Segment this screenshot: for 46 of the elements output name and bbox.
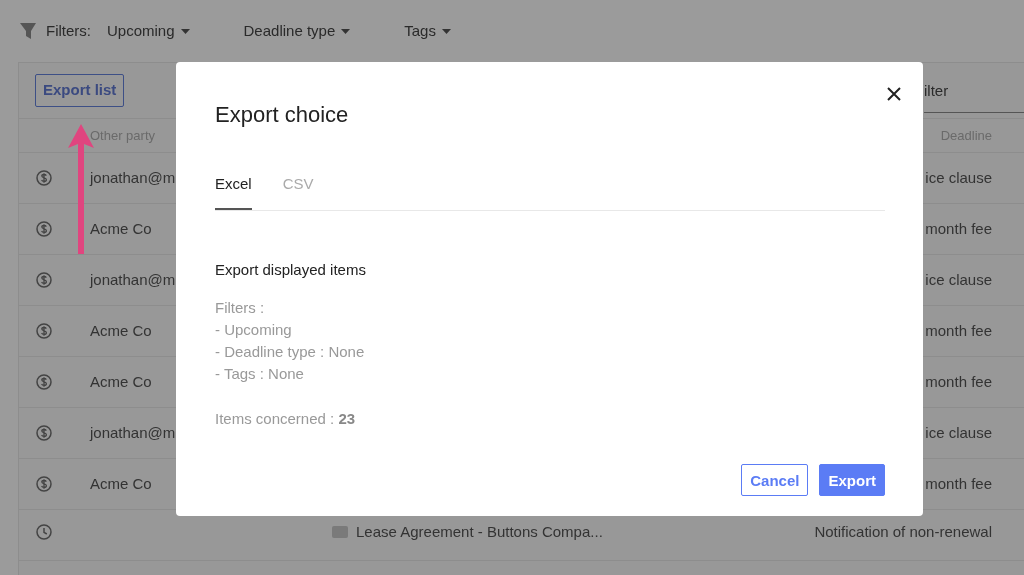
filter-summary-line: - Upcoming: [215, 320, 293, 341]
items-count: Items concerned : 23: [215, 409, 357, 430]
dollar-icon: [36, 323, 52, 339]
export-button[interactable]: Export: [819, 464, 885, 496]
close-icon: [887, 87, 901, 102]
table-cell-text: ice clause: [925, 167, 993, 188]
section-heading: Export displayed items: [215, 259, 367, 280]
caret-icon: [341, 28, 351, 34]
table-cell-text: Acme Co: [90, 473, 152, 494]
table-cell-text: month fee: [925, 371, 993, 392]
filter-dropdown[interactable]: Tags: [404, 19, 451, 43]
caret-icon: [180, 28, 190, 34]
format-tab[interactable]: Excel: [215, 173, 252, 210]
table-cell-text: Acme Co: [90, 371, 152, 392]
table-cell-text: Lease Agreement - Buttons Compa...: [356, 521, 603, 542]
export-list-button[interactable]: Export list: [35, 74, 125, 107]
dollar-icon: [36, 170, 52, 186]
table-cell-text: ice clause: [925, 269, 993, 290]
table-cell-text: month fee: [925, 218, 993, 239]
filters-label: Filters:: [46, 20, 91, 41]
table-cell-text: ice clause: [925, 422, 993, 443]
table-cell-text: jonathan@m: [90, 422, 176, 443]
filter-dropdown[interactable]: Deadline type: [243, 19, 351, 43]
table-cell-text: jonathan@m: [90, 269, 176, 290]
filter-summary-line: - Deadline type : None: [215, 342, 366, 363]
filter-icon: [20, 22, 36, 40]
cancel-button[interactable]: Cancel: [741, 464, 809, 496]
dollar-icon: [36, 425, 52, 441]
table-cell-text: Notification of non-renewal: [814, 521, 993, 542]
dollar-icon: [36, 221, 52, 237]
dollar-icon: [36, 476, 52, 492]
filter-dropdown[interactable]: Upcoming: [107, 19, 190, 43]
dialog-title: Export choice: [215, 102, 350, 129]
filter-summary-line: - Tags : None: [215, 364, 305, 385]
document-icon: [332, 526, 348, 538]
table-cell-text: jonathan@m: [90, 167, 176, 188]
caret-icon: [441, 28, 451, 34]
table-cell-text: Acme Co: [90, 320, 152, 341]
dollar-icon: [36, 374, 52, 390]
filter-summary-line: Filters :: [215, 298, 266, 319]
dollar-icon: [36, 272, 52, 288]
table-cell-text: month fee: [925, 473, 993, 494]
clock-icon: [36, 524, 52, 540]
table-cell-text: Acme Co: [90, 218, 152, 239]
filter-field[interactable]: ilter: [924, 68, 1024, 113]
table-cell-text: month fee: [925, 320, 993, 341]
